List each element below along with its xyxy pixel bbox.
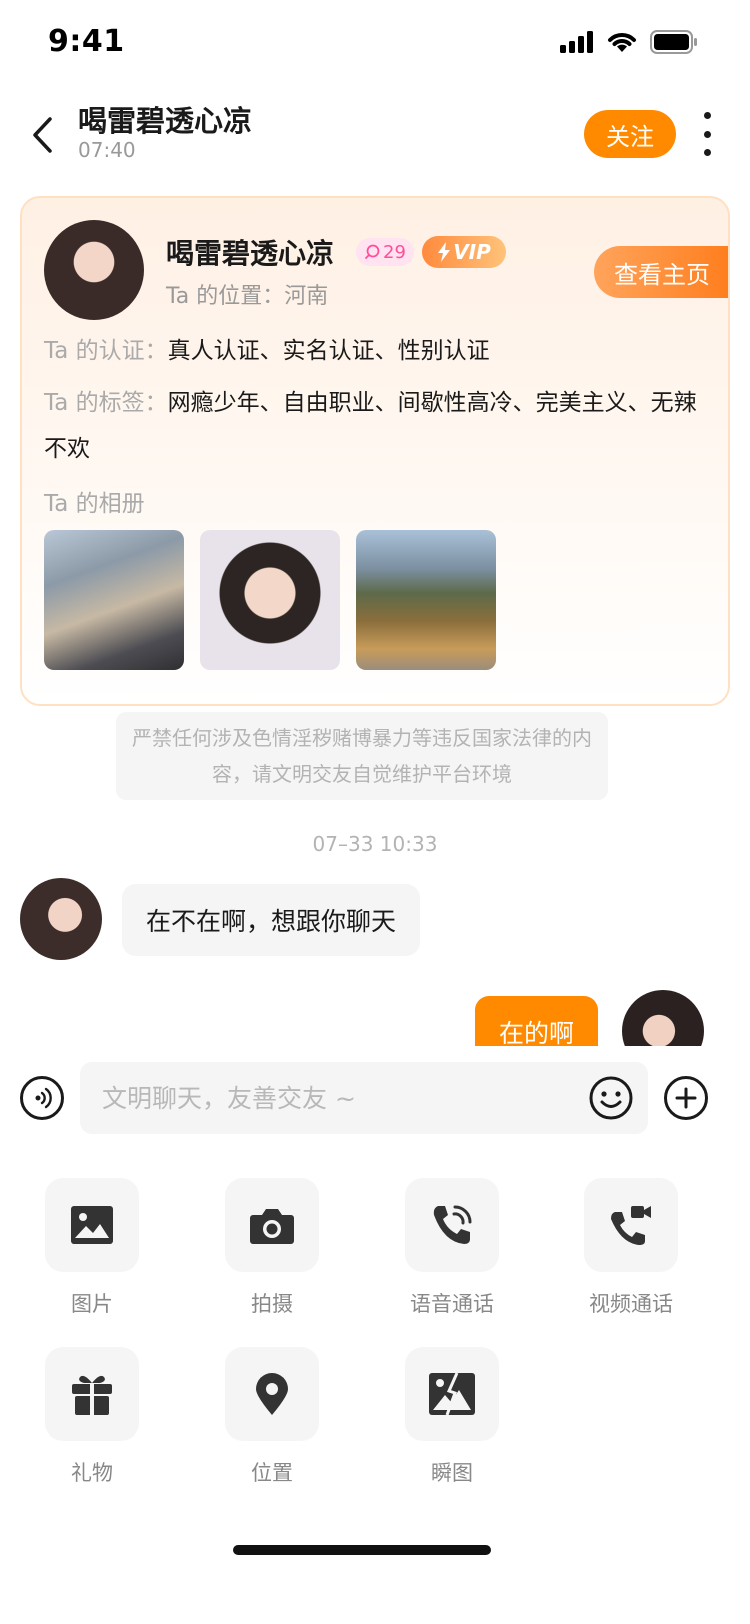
profile-card: 喝雷碧透心凉 29 VIP Ta 的位置：河南 查看主页 Ta 的认证：真人认证… [20, 196, 730, 706]
vip-label: VIP [453, 240, 491, 264]
my-avatar[interactable] [622, 990, 704, 1046]
tool-gift[interactable]: 礼物 [22, 1347, 162, 1487]
tool-icon-box [405, 1347, 499, 1441]
page-title: 喝雷碧透心凉 [78, 104, 253, 138]
album-label: Ta 的相册 [44, 491, 145, 517]
tool-icon-box [225, 1347, 319, 1441]
tags-row: Ta 的标签：网瘾少年、自由职业、间歇性高冷、完美主义、无辣不欢 [44, 380, 712, 472]
vip-badge: VIP [422, 236, 506, 268]
location-icon [256, 1373, 288, 1415]
wifi-icon [608, 33, 636, 52]
tool-icon-box [584, 1178, 678, 1272]
follow-button[interactable]: 关注 [584, 110, 676, 158]
emoji-icon [589, 1076, 633, 1120]
lightning-icon [438, 242, 451, 262]
tool-location[interactable]: 位置 [202, 1347, 342, 1487]
chevron-left-icon [33, 117, 52, 153]
certification-row: Ta 的认证：真人认证、实名认证、性别认证 [44, 328, 712, 374]
emoji-button[interactable] [588, 1075, 634, 1121]
certification-label: Ta 的认证： [44, 338, 168, 364]
home-indicator [233, 1545, 491, 1555]
nav-bar: 喝雷碧透心凉 07:40 关注 [0, 88, 750, 188]
voice-call-icon [433, 1205, 472, 1244]
tool-label: 视频通话 [589, 1292, 673, 1316]
plus-icon [675, 1087, 697, 1109]
profile-name: 喝雷碧透心凉 [166, 237, 335, 270]
cellular-signal-icon [560, 31, 593, 53]
status-icons [560, 30, 698, 54]
more-dot-icon [703, 130, 711, 138]
tool-voice-call[interactable]: 语音通话 [382, 1178, 522, 1318]
status-bar: 9:41 [0, 0, 750, 88]
voice-input-button[interactable] [20, 1076, 64, 1120]
message-input[interactable] [80, 1062, 570, 1134]
more-dot-icon [703, 149, 711, 156]
certification-value: 真人认证、实名认证、性别认证 [167, 338, 490, 364]
album-photo[interactable] [356, 530, 496, 670]
message-input-box [80, 1062, 648, 1134]
back-button[interactable] [22, 110, 62, 160]
message-bubble-received[interactable]: 在不在啊，想跟你聊天 [122, 884, 421, 956]
video-call-icon [611, 1206, 651, 1245]
status-time: 9:41 [48, 24, 125, 59]
level-value: 29 [383, 241, 406, 263]
tool-icon-box [45, 1178, 139, 1272]
tool-flash-image[interactable]: 瞬图 [382, 1347, 522, 1487]
chat-bubble-icon [365, 244, 380, 259]
flash-image-icon [429, 1373, 475, 1415]
album-photo[interactable] [200, 530, 340, 670]
tool-icon-box [45, 1347, 139, 1441]
tool-label: 礼物 [71, 1461, 113, 1485]
page-subtitle: 07:40 [78, 138, 136, 162]
tags-label: Ta 的标签： [44, 390, 168, 416]
tool-video-call[interactable]: 视频通话 [561, 1178, 701, 1318]
tool-icon-box [405, 1178, 499, 1272]
more-dot-icon [703, 112, 711, 119]
message-list-clip: 在的啊 [0, 980, 750, 1046]
location-label: Ta 的位置： [166, 284, 285, 309]
tool-label: 位置 [251, 1461, 293, 1485]
tool-icon-box [225, 1178, 319, 1272]
camera-icon [250, 1209, 294, 1244]
level-badge: 29 [356, 238, 414, 266]
tool-image[interactable]: 图片 [22, 1178, 162, 1318]
image-icon [71, 1206, 113, 1244]
sender-avatar[interactable] [20, 878, 102, 960]
tool-label: 拍摄 [251, 1292, 293, 1316]
battery-icon [650, 30, 697, 54]
more-tools-button[interactable] [664, 1076, 708, 1120]
album-photo[interactable] [44, 530, 184, 670]
profile-location: Ta 的位置：河南 [166, 278, 328, 310]
message-timestamp: 07–33 10:33 [312, 832, 438, 856]
photo-album [44, 530, 496, 670]
tool-label: 语音通话 [410, 1292, 494, 1316]
tool-camera[interactable]: 拍摄 [202, 1178, 342, 1318]
more-options-button[interactable] [695, 112, 719, 156]
safety-notice: 严禁任何涉及色情淫秽赌博暴力等违反国家法律的内容，请文明交友自觉维护平台环境 [116, 712, 608, 800]
voice-wave-icon [35, 1087, 52, 1109]
message-bubble-sent[interactable]: 在的啊 [475, 996, 599, 1046]
profile-avatar[interactable] [44, 220, 144, 320]
gift-icon [72, 1375, 112, 1415]
tool-label: 瞬图 [431, 1461, 473, 1485]
view-profile-button[interactable]: 查看主页 [594, 246, 728, 298]
location-value: 河南 [284, 284, 329, 309]
tool-label: 图片 [71, 1292, 113, 1316]
